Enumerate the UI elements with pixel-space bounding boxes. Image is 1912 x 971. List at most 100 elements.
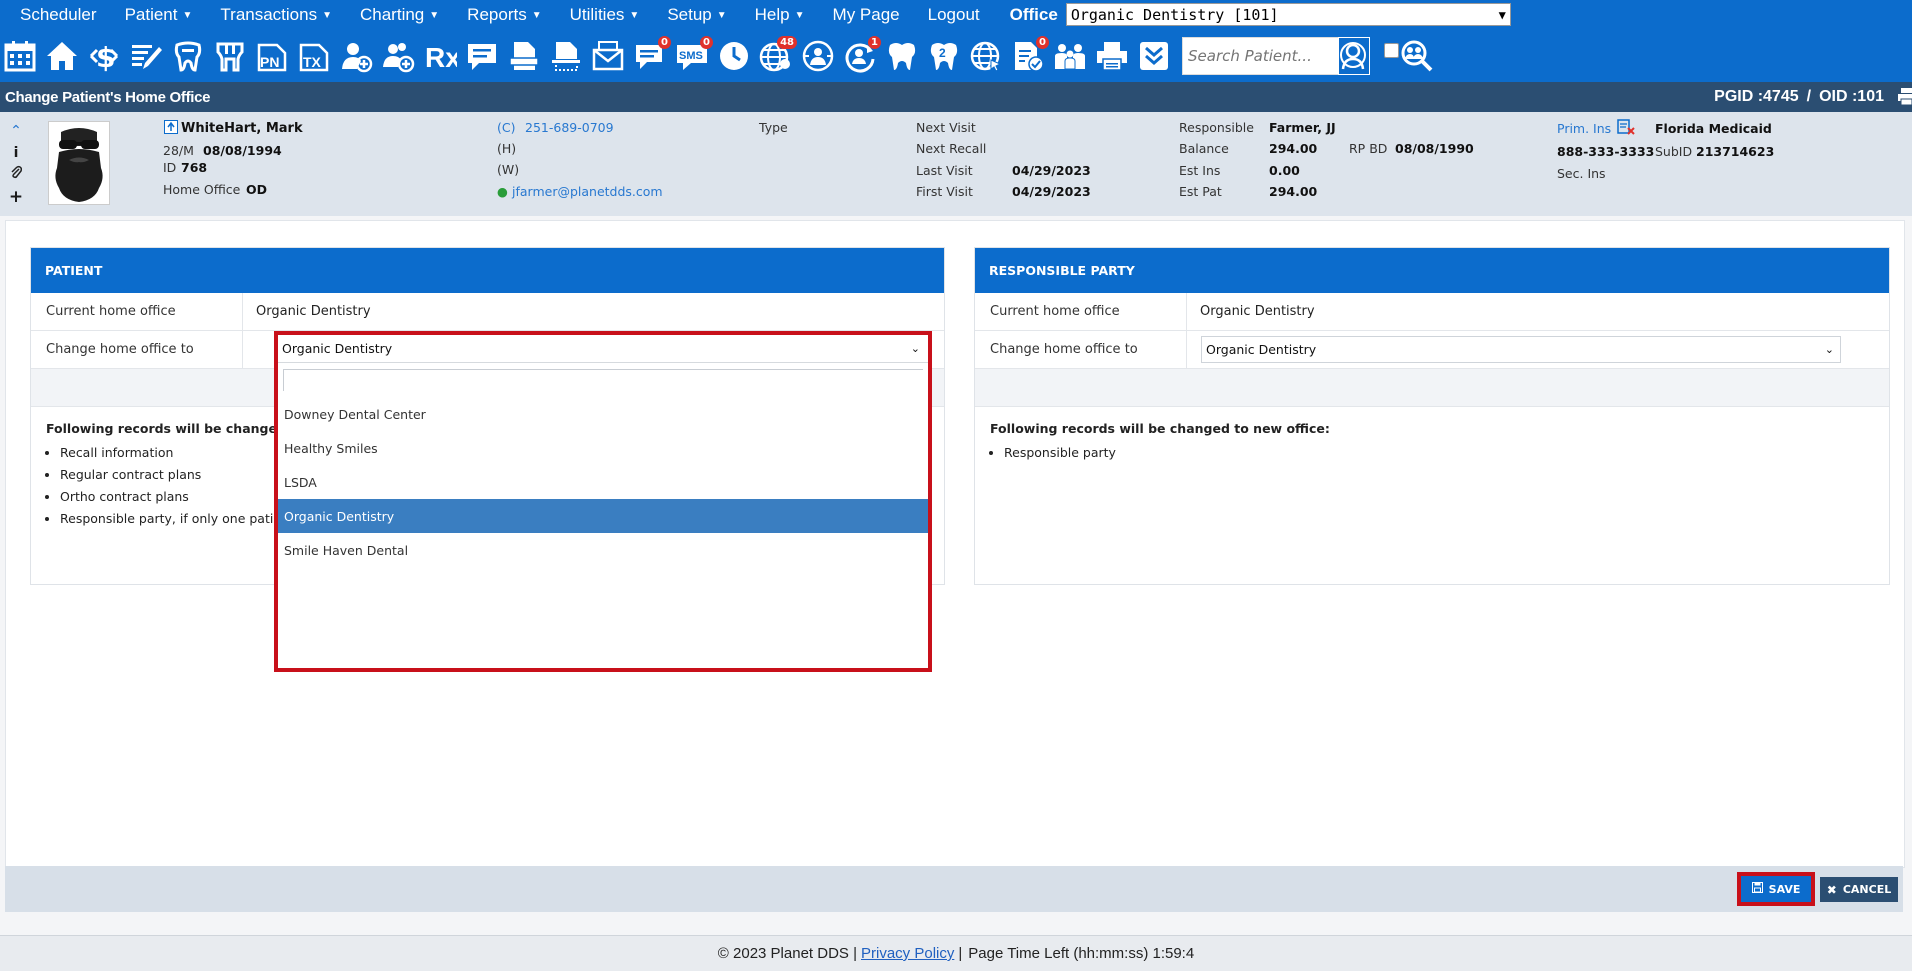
insurance-remove-icon[interactable] <box>1617 119 1635 138</box>
responsible-value[interactable]: Farmer, JJ <box>1269 120 1336 135</box>
notes-icon[interactable] <box>128 35 164 77</box>
family-icon[interactable] <box>1052 35 1088 77</box>
privacy-policy-link[interactable]: Privacy Policy <box>861 945 954 962</box>
patient-search <box>1182 36 1370 75</box>
add-family-icon[interactable] <box>380 35 416 77</box>
chevron-down-icon: ⌄ <box>1824 343 1834 356</box>
first-visit-label: First Visit <box>916 184 973 199</box>
nav-label: My Page <box>832 4 900 24</box>
office-option[interactable]: Organic Dentistry <box>278 499 928 533</box>
balance-label: Balance <box>1179 141 1229 156</box>
est-pat-label: Est Pat <box>1179 184 1222 199</box>
add-patient-icon[interactable] <box>338 35 374 77</box>
phone-c-value[interactable]: 251-689-0709 <box>525 120 614 135</box>
world-people-icon[interactable] <box>800 35 836 77</box>
responsible-label: Responsible <box>1179 120 1254 135</box>
rx-icon[interactable]: Rx <box>422 35 458 77</box>
toolbar-checkbox[interactable] <box>1384 43 1399 58</box>
home-icon[interactable] <box>44 35 80 77</box>
nav-scheduler[interactable]: Scheduler <box>20 5 97 25</box>
caret-down-icon: ▼ <box>716 9 727 21</box>
document-icon[interactable] <box>506 35 542 77</box>
email-icon[interactable] <box>590 35 626 77</box>
rp-note-list: Responsible party <box>990 442 1874 464</box>
patient-name[interactable]: WhiteHart, Mark <box>181 121 303 136</box>
info-icon[interactable]: i <box>8 142 24 164</box>
nav-my-page[interactable]: My Page <box>833 5 900 25</box>
clock-icon[interactable] <box>716 35 752 77</box>
est-ins-value: 0.00 <box>1269 163 1300 178</box>
search-patient-input[interactable] <box>1183 37 1338 74</box>
globe-icon[interactable]: 48 <box>758 35 797 77</box>
expand-icon[interactable] <box>1136 35 1172 77</box>
page-title: Change Patient's Home Office <box>5 88 211 106</box>
action-bar <box>5 866 1903 912</box>
scan-icon[interactable] <box>548 35 584 77</box>
ins-phone: 888-333-3333 <box>1557 144 1655 159</box>
caret-down-icon: ▼ <box>182 9 193 21</box>
recall-icon[interactable]: 1 <box>842 35 881 77</box>
home-office-value: OD <box>246 182 268 197</box>
search-patient-button[interactable] <box>1338 36 1370 75</box>
office-option[interactable]: Downey Dental Center <box>278 397 928 431</box>
office-option[interactable]: Smile Haven Dental <box>278 533 928 567</box>
web-icon[interactable] <box>968 35 1004 77</box>
nav-patient[interactable]: Patient ▼ <box>125 5 193 25</box>
patient-dob: 08/08/1994 <box>203 143 282 158</box>
nav-setup[interactable]: Setup ▼ <box>667 5 726 25</box>
office-option[interactable]: LSDA <box>278 465 928 499</box>
nav-transactions[interactable]: Transactions ▼ <box>220 5 332 25</box>
svg-text:SMS: SMS <box>679 50 703 62</box>
checklist-icon[interactable]: 0 <box>1010 35 1049 77</box>
prim-ins-label[interactable]: Prim. Ins <box>1557 121 1611 136</box>
rp-change-note: Following records will be changed to new… <box>975 407 1889 478</box>
svg-text:$: $ <box>96 41 115 73</box>
tooth-chart-icon[interactable] <box>170 35 206 77</box>
patient-search-icon <box>1340 41 1366 69</box>
current-office-label: Current home office <box>31 293 243 330</box>
ledger-icon[interactable]: $ <box>86 35 122 77</box>
nav-utilities[interactable]: Utilities ▼ <box>570 5 640 25</box>
patient-edit-icon[interactable] <box>164 120 178 137</box>
page-title-bar: Change Patient's Home Office PGID :4745 … <box>0 82 1912 112</box>
message-icon[interactable] <box>464 35 500 77</box>
progress-notes-icon[interactable]: PN <box>254 35 290 77</box>
patient-email[interactable]: jfarmer@planetdds.com <box>512 184 663 199</box>
office-select[interactable]: Organic Dentistry [101] ▼ <box>1065 3 1511 26</box>
attachment-icon[interactable] <box>8 164 24 186</box>
sms-badge: 0 <box>700 35 713 49</box>
office-option[interactable]: Healthy Smiles <box>278 431 928 465</box>
perio-icon[interactable] <box>212 35 248 77</box>
collapse-icon[interactable]: ⌃ <box>8 120 24 142</box>
treatment-icon[interactable]: TX <box>296 35 332 77</box>
est-pat-value: 294.00 <box>1269 184 1318 199</box>
print-page-icon[interactable] <box>1898 88 1912 109</box>
copyright-text: © 2023 Planet DDS | <box>717 945 857 962</box>
nav-reports[interactable]: Reports ▼ <box>467 5 541 25</box>
patient-header: ⌃ i + WhiteHart, Mark 28/M 08/08/1994 ID… <box>0 112 1912 216</box>
print-icon[interactable] <box>1094 35 1130 77</box>
add-icon[interactable]: + <box>8 186 24 208</box>
nav-charting[interactable]: Charting ▼ <box>360 5 439 25</box>
chat-icon[interactable]: 0 <box>632 35 671 77</box>
nav-help[interactable]: Help ▼ <box>755 5 805 25</box>
pgid-value: PGID :4745 <box>1714 88 1799 105</box>
subid-value: 213714623 <box>1696 144 1775 159</box>
page-time-left: Page Time Left (hh:mm:ss) 1:59:4 <box>968 945 1195 962</box>
rp-office-select[interactable]: Organic Dentistry ⌄ <box>1201 336 1841 363</box>
prim-ins-value: Florida Medicaid <box>1655 121 1772 136</box>
patient-panel-heading: PATIENT <box>31 248 944 293</box>
group-search-icon[interactable] <box>1399 35 1435 77</box>
tooth-2-icon[interactable]: 2 <box>926 35 962 77</box>
tooth-icon[interactable] <box>884 35 920 77</box>
svg-text:PN: PN <box>260 54 279 70</box>
cancel-button[interactable]: ✖ CANCEL <box>1820 877 1898 902</box>
nav-logout[interactable]: Logout <box>928 5 980 25</box>
sms-icon[interactable]: SMS 0 <box>674 35 713 77</box>
calendar-icon[interactable] <box>2 35 38 77</box>
first-visit-value: 04/29/2023 <box>1012 184 1091 199</box>
office-dropdown-toggle[interactable]: Organic Dentistry ⌄ <box>278 335 928 363</box>
save-button[interactable]: SAVE <box>1737 872 1815 906</box>
office-search-input[interactable] <box>284 370 926 392</box>
sec-ins-label: Sec. Ins <box>1557 166 1606 181</box>
